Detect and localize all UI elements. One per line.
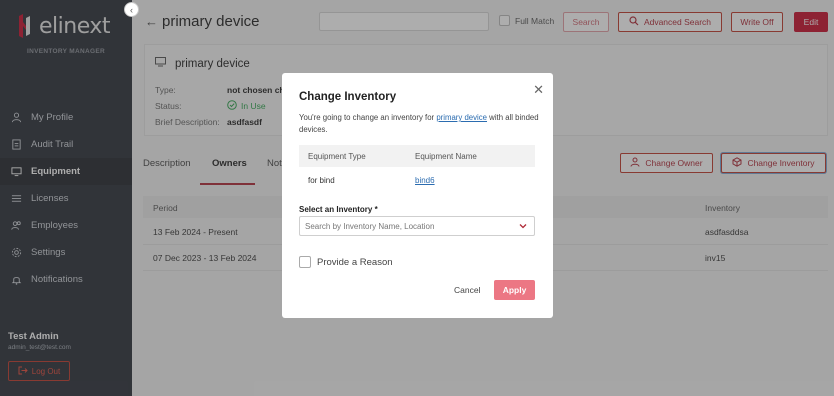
equipment-name-link[interactable]: bind6	[415, 176, 435, 185]
cancel-button[interactable]: Cancel	[454, 285, 480, 295]
column-header-equipment-name: Equipment Name	[415, 151, 477, 161]
device-link[interactable]: primary device	[436, 113, 487, 122]
bound-equipment-header: Equipment Type Equipment Name	[299, 145, 535, 167]
modal-desc-prefix: You're going to change an inventory for	[299, 113, 437, 122]
inventory-select[interactable]: Search by Inventory Name, Location	[299, 216, 535, 236]
provide-reason-label: Provide a Reason	[317, 256, 393, 268]
chevron-down-icon	[518, 221, 528, 233]
modal-title: Change Inventory	[299, 91, 397, 103]
chevron-left-icon[interactable]: ‹	[124, 2, 139, 17]
provide-reason-checkbox[interactable]: Provide a Reason	[299, 256, 393, 268]
select-inventory-label: Select an Inventory *	[299, 205, 378, 214]
table-row: for bind bind6	[299, 167, 535, 193]
equipment-type-value: for bind	[308, 175, 335, 185]
modal-description: You're going to change an inventory for …	[299, 112, 539, 136]
bound-equipment-table: Equipment Type Equipment Name for bind b…	[299, 145, 535, 193]
change-inventory-modal: ✕ Change Inventory You're going to chang…	[282, 73, 553, 318]
inventory-select-placeholder: Search by Inventory Name, Location	[305, 221, 435, 231]
close-icon[interactable]: ✕	[533, 83, 544, 96]
apply-button[interactable]: Apply	[494, 280, 535, 300]
column-header-equipment-type: Equipment Type	[308, 151, 366, 161]
checkbox-icon	[299, 256, 311, 268]
